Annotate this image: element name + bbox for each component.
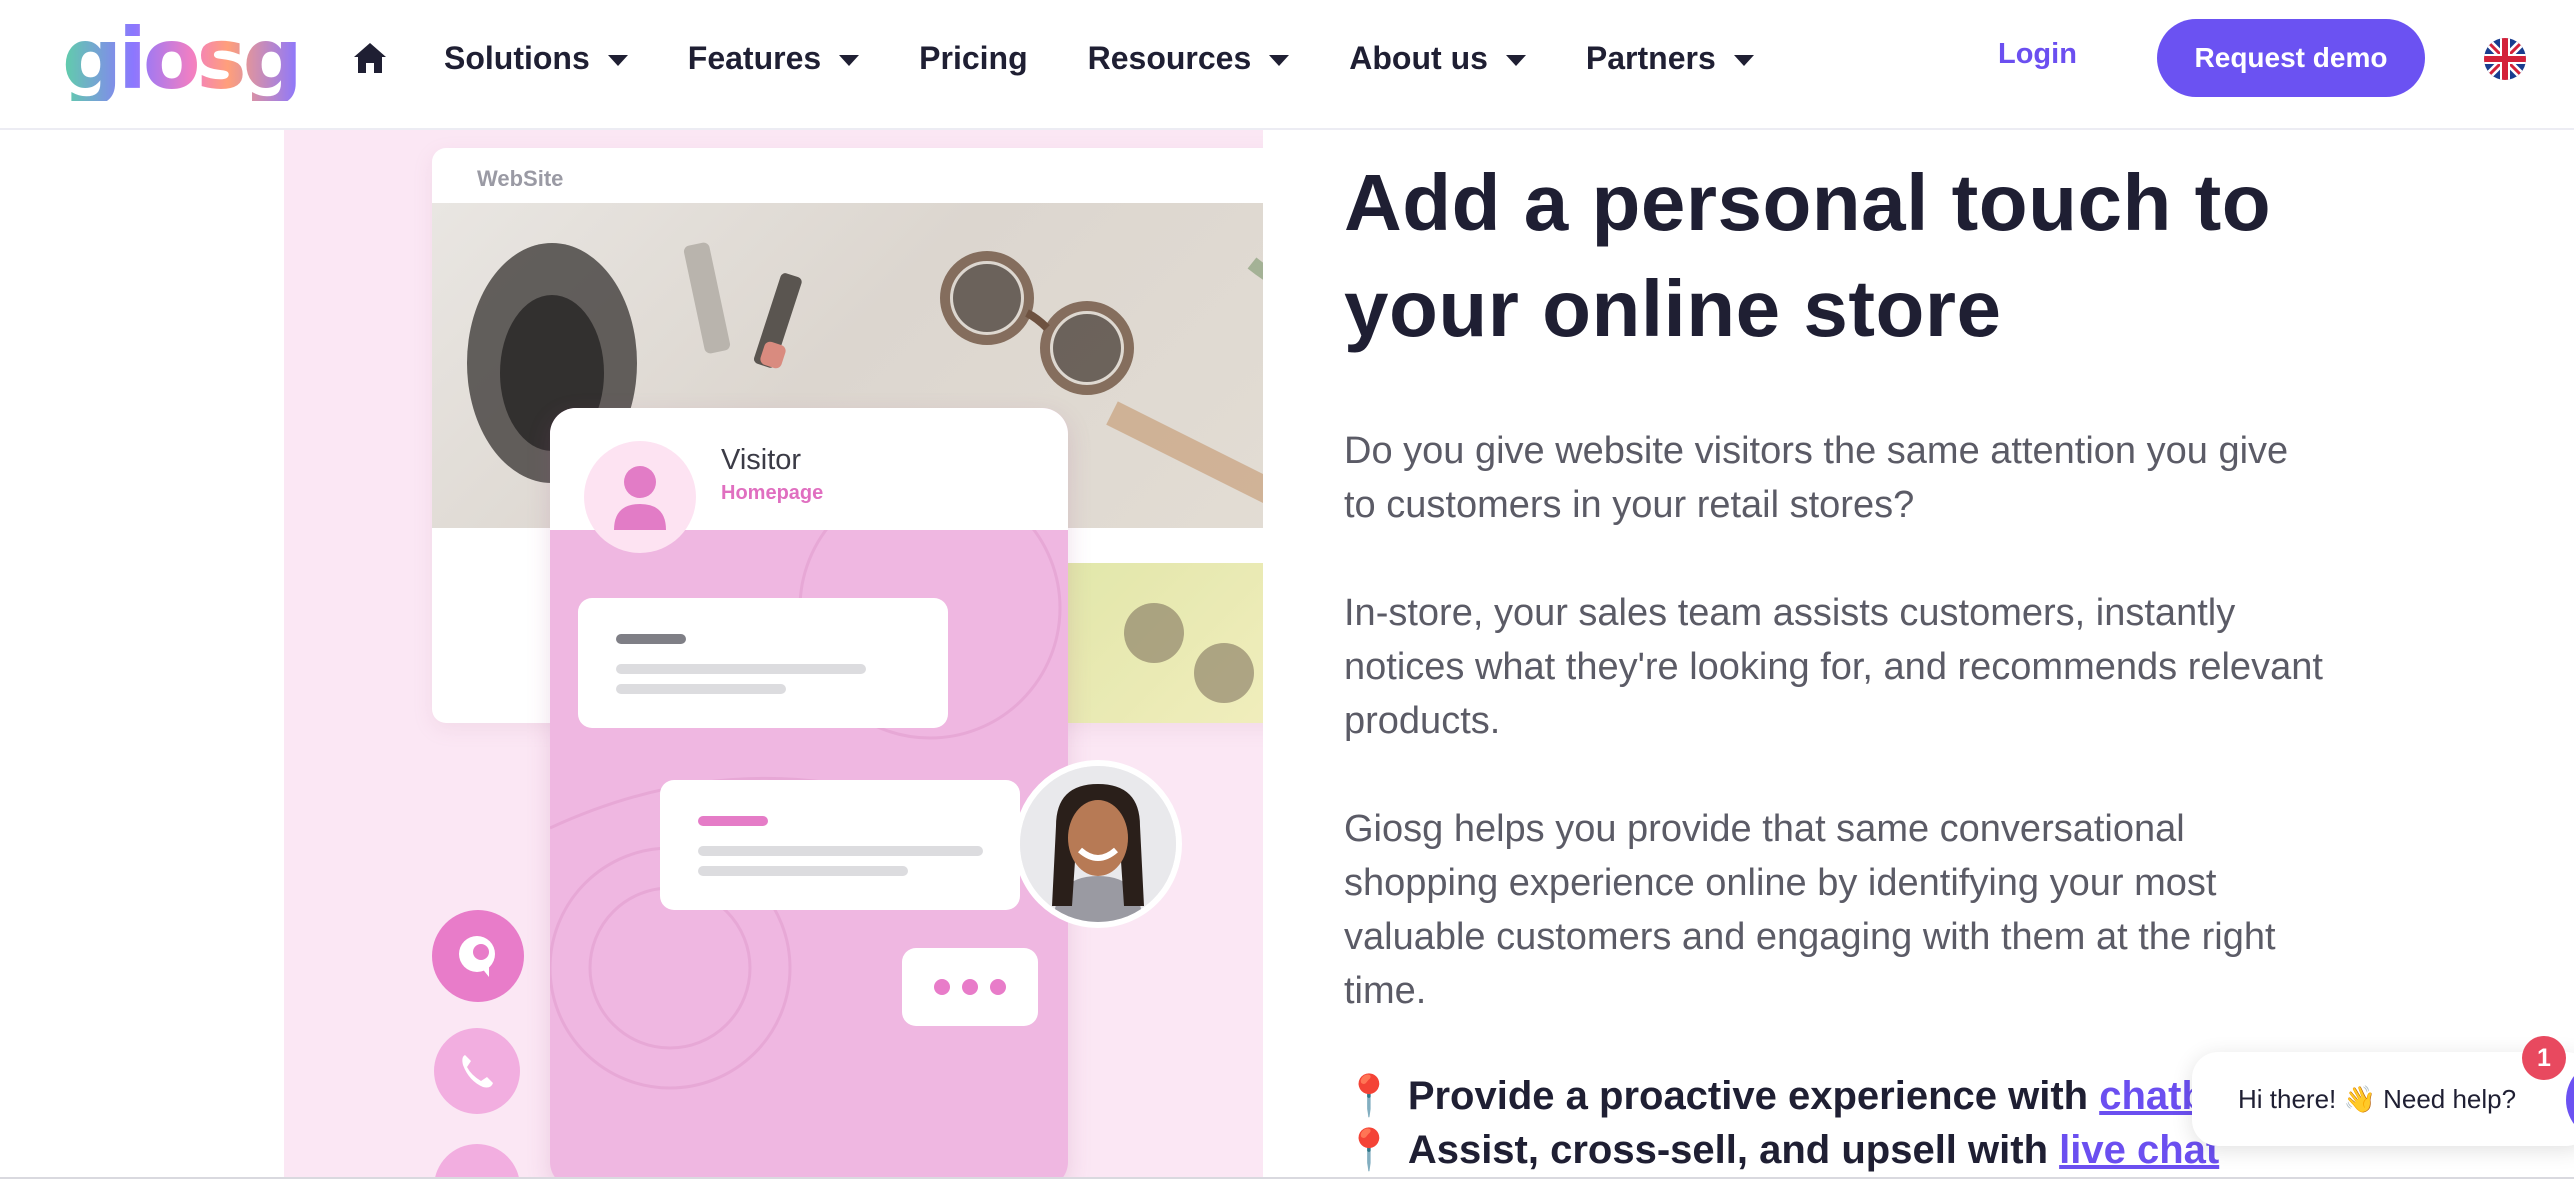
visitor-name: Visitor	[721, 444, 802, 476]
instore-paragraph: In-store, your sales team assists custom…	[1344, 592, 2323, 742]
giosg-logo[interactable]: giosg	[62, 10, 303, 108]
nav-item-label: Resources	[1087, 39, 1252, 76]
typing-indicator	[902, 948, 1038, 1026]
main-nav: Solutions Features Pricing Resources Abo…	[352, 0, 1814, 116]
nav-item-label: Pricing	[919, 39, 1028, 76]
chat-bubble-icon	[432, 910, 524, 1002]
nav-item-label: Partners	[1585, 39, 1716, 76]
nav-item-resources[interactable]: Resources	[1088, 40, 1290, 77]
chat-phone-mockup: Visitor Homepage	[550, 408, 1068, 1177]
page-title: Add a personal touch to your online stor…	[1344, 158, 2272, 353]
nav-item-about-us[interactable]: About us	[1349, 40, 1526, 77]
intro-paragraph: Do you give website visitors the same at…	[1344, 430, 2289, 526]
logo-wordmark: giosg	[62, 10, 303, 108]
nav-item-label: Features	[687, 39, 822, 76]
live-chat-link[interactable]: live chat	[2059, 1128, 2219, 1172]
chevron-down-icon	[1269, 54, 1290, 66]
site-header: giosg Solutions Features Pricing Resourc…	[0, 0, 2574, 130]
pin-icon: 📍	[1344, 1128, 1394, 1172]
visitor-header: Visitor Homepage	[550, 408, 1068, 553]
nav-item-label: About us	[1349, 39, 1488, 76]
visitor-avatar	[584, 441, 696, 553]
chat-greeting-popup[interactable]: Hi there! 👋 Need help?	[2192, 1052, 2574, 1146]
bullet-text: Provide a proactive experience with	[1407, 1074, 2100, 1118]
phone-icon	[434, 1028, 520, 1114]
login-link[interactable]: Login	[1998, 38, 2077, 71]
agent-avatar	[1014, 760, 1182, 928]
nav-item-label: Solutions	[444, 39, 590, 76]
feature-bullet-chatbot: 📍 Provide a proactive experience with cha…	[1344, 1072, 2230, 1119]
home-icon[interactable]	[352, 38, 392, 78]
uk-flag-icon[interactable]	[2484, 38, 2526, 80]
nav-item-features[interactable]: Features	[687, 39, 860, 77]
nav-item-pricing[interactable]: Pricing	[919, 40, 1027, 77]
sunglasses-thumbnail	[1064, 563, 1263, 723]
unread-badge: 1	[2522, 1036, 2566, 1080]
giosg-paragraph: Giosg helps you provide that same conver…	[1344, 808, 2276, 1012]
nav-item-solutions[interactable]: Solutions	[444, 40, 628, 77]
chevron-down-icon	[607, 54, 628, 66]
visitor-page: Homepage	[721, 482, 824, 504]
chat-greeting-text: Hi there! 👋 Need help?	[2238, 1083, 2517, 1114]
feature-bullet-live-chat: 📍 Assist, cross-sell, and upsell with liv…	[1344, 1126, 2219, 1173]
website-label: WebSite	[477, 166, 564, 191]
chevron-down-icon	[1505, 54, 1526, 66]
bullet-text: Assist, cross-sell, and upsell with	[1407, 1128, 2060, 1172]
hero-illustration: WebSite Visitor Homepage	[284, 130, 1263, 1177]
request-demo-button[interactable]: Request demo	[2157, 19, 2425, 97]
video-icon	[434, 1144, 520, 1177]
nav-item-partners[interactable]: Partners	[1586, 40, 1754, 77]
chevron-down-icon	[839, 54, 860, 66]
page-divider	[0, 1177, 2574, 1179]
pin-icon: 📍	[1344, 1074, 1394, 1118]
chevron-down-icon	[1733, 54, 1754, 66]
agent-message-bubble	[660, 780, 1020, 910]
visitor-message-bubble	[578, 598, 948, 728]
